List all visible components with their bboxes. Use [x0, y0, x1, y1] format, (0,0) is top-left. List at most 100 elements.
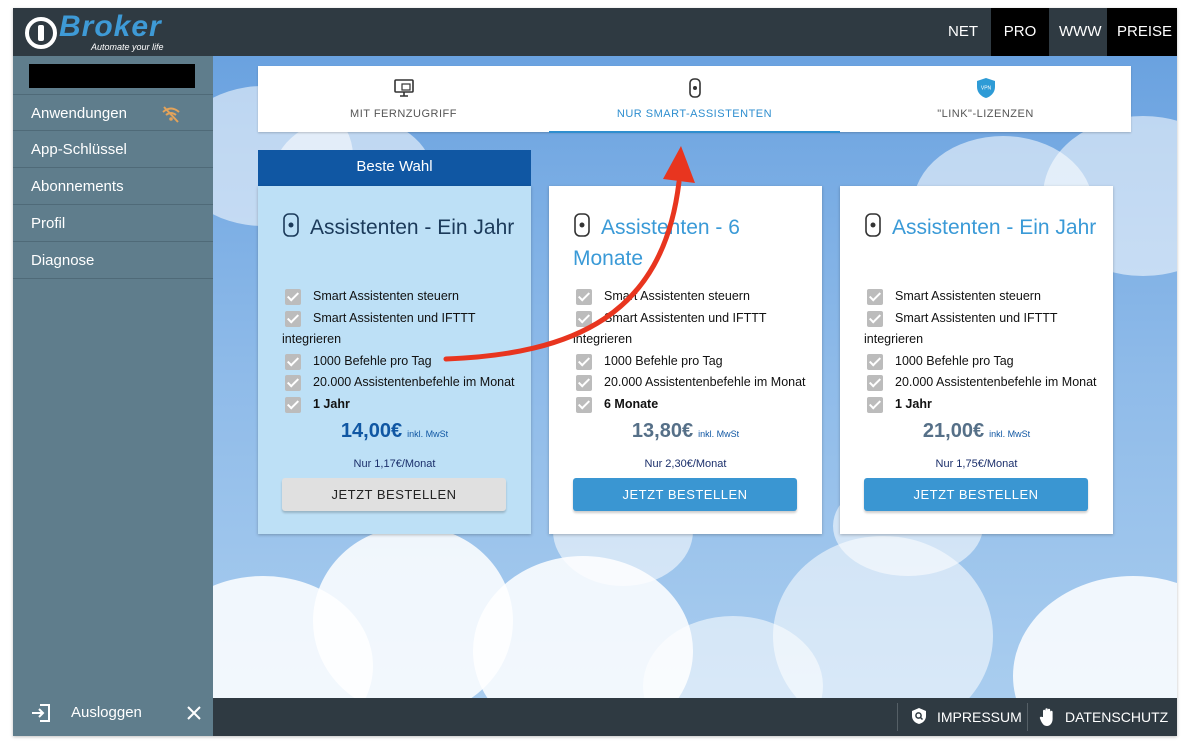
sidebar-bottom: Ausloggen: [13, 692, 213, 736]
redacted-user-field: [29, 64, 195, 88]
shield-search-icon: [912, 708, 926, 724]
price-per-month: Nur 2,30€/Monat: [644, 458, 727, 470]
checkbox-checked-icon: [285, 375, 301, 391]
plan-title-text: Assistenten - Ein Jahr: [892, 216, 1097, 239]
top-bar: Broker Automate your life NET PRO WWW PR…: [13, 8, 1177, 56]
feature-item-continued: integrieren: [864, 332, 924, 346]
feature-item-duration: 1 Jahr: [864, 394, 1103, 416]
feature-item-continued: integrieren: [282, 332, 342, 346]
order-button[interactable]: JETZT BESTELLEN: [282, 478, 506, 511]
feature-item: 1000 Befehle pro Tag: [864, 351, 1103, 373]
tab-label: MIT FERNZUGRIFF: [350, 108, 457, 120]
app-window: Broker Automate your life NET PRO WWW PR…: [13, 8, 1177, 736]
vat-note: inkl. MwSt: [989, 429, 1031, 439]
logout-button[interactable]: Ausloggen: [71, 704, 142, 721]
feature-item: 20.000 Assistentenbefehle im Monat: [573, 372, 812, 394]
plan-title: Assistenten - Ein Jahr: [282, 212, 519, 243]
feature-item-continued: integrieren: [573, 332, 633, 346]
smart-speaker-icon: [865, 213, 881, 237]
feature-item: 20.000 Assistentenbefehle im Monat: [864, 372, 1103, 394]
feature-item: Smart Assistenten und IFTTT: [864, 308, 1103, 330]
tab-link-lizenzen[interactable]: VPN "LINK"-LIZENZEN: [840, 66, 1131, 132]
plan-tabs: MIT FERNZUGRIFF NUR SMART-ASSISTENTEN VP…: [258, 66, 1131, 133]
checkbox-checked-icon: [576, 310, 592, 327]
plan-card-assistenten-6-monate: Assistenten - 6 Monate Smart Assistenten…: [549, 186, 822, 534]
wifi-off-icon: [162, 106, 180, 123]
sidebar: Anwendungen App-Schlüssel Abonnements Pr…: [13, 56, 213, 736]
impressum-link[interactable]: IMPRESSUM: [911, 698, 1022, 736]
vat-note: inkl. MwSt: [698, 429, 740, 439]
hand-stop-icon: [1039, 708, 1053, 726]
sidebar-item-diagnose[interactable]: Diagnose: [13, 242, 213, 279]
sidebar-item-label: Anwendungen: [31, 105, 127, 122]
feature-item: 1000 Befehle pro Tag: [282, 351, 521, 373]
checkbox-checked-icon: [576, 353, 592, 370]
feature-item-duration: 6 Monate: [573, 394, 812, 416]
checkbox-checked-icon: [285, 289, 301, 305]
smart-speaker-icon: [574, 213, 590, 237]
datenschutz-link[interactable]: DATENSCHUTZ: [1039, 698, 1168, 736]
nav-www[interactable]: WWW: [1049, 8, 1107, 56]
tab-mit-fernzugriff[interactable]: MIT FERNZUGRIFF: [258, 66, 549, 132]
feature-list: Smart Assistenten steuern Smart Assisten…: [282, 286, 521, 415]
logout-icon[interactable]: [31, 703, 51, 723]
tab-label: NUR SMART-ASSISTENTEN: [616, 108, 773, 120]
nav-preise[interactable]: PREISE: [1107, 8, 1177, 56]
impressum-label: IMPRESSUM: [937, 709, 1022, 725]
plan-title-text: Assistenten - Ein Jahr: [310, 216, 515, 239]
nav-net[interactable]: NET: [935, 8, 991, 56]
iobroker-logo[interactable]: Broker Automate your life: [23, 10, 193, 54]
logo-icon: [25, 17, 57, 49]
vat-note: inkl. MwSt: [407, 429, 449, 439]
sidebar-item-profil[interactable]: Profil: [13, 205, 213, 242]
smart-speaker-icon: [283, 213, 299, 237]
feature-item-duration: 1 Jahr: [282, 394, 521, 416]
plan-card-assistenten-ein-jahr: Assistenten - Ein Jahr Smart Assistenten…: [840, 186, 1113, 534]
price-row: 14,00€ inkl. MwSt: [258, 420, 531, 443]
price-row: 21,00€ inkl. MwSt: [840, 420, 1113, 443]
feature-item: Smart Assistenten steuern: [864, 286, 1103, 308]
top-nav: NET PRO WWW PREISE: [935, 8, 1177, 56]
order-button[interactable]: JETZT BESTELLEN: [864, 478, 1088, 511]
logo-tagline: Automate your life: [91, 42, 164, 52]
price-row: 13,80€ inkl. MwSt: [549, 420, 822, 443]
price-per-month: Nur 1,75€/Monat: [935, 458, 1018, 470]
sidebar-item-anwendungen[interactable]: Anwendungen: [13, 94, 213, 131]
footer-bar: IMPRESSUM DATENSCHUTZ: [213, 698, 1177, 736]
vpn-shield-icon: VPN: [976, 78, 995, 98]
checkbox-checked-icon: [867, 289, 883, 305]
feature-item: 20.000 Assistentenbefehle im Monat: [282, 372, 521, 394]
plan-title-text: Assistenten - 6 Monate: [573, 216, 740, 270]
plan-card-assistenten-ein-jahr-best: Assistenten - Ein Jahr Smart Assistenten…: [258, 186, 531, 534]
feature-item: Smart Assistenten und IFTTT: [282, 308, 521, 330]
plan-price: 21,00€: [922, 420, 985, 442]
checkbox-checked-icon: [867, 353, 883, 370]
sidebar-item-label: Diagnose: [31, 252, 95, 269]
checkbox-checked-icon: [285, 396, 301, 413]
order-button[interactable]: JETZT BESTELLEN: [573, 478, 797, 511]
checkbox-checked-icon: [285, 353, 301, 370]
close-icon[interactable]: [185, 704, 203, 722]
sidebar-item-abonnements[interactable]: Abonnements: [13, 168, 213, 205]
tab-nur-smart-assistenten[interactable]: NUR SMART-ASSISTENTEN: [549, 66, 840, 133]
price-per-month: Nur 1,17€/Monat: [353, 458, 436, 470]
plan-price: 13,80€: [631, 420, 694, 442]
checkbox-checked-icon: [576, 289, 592, 305]
feature-item: Smart Assistenten steuern: [573, 286, 812, 308]
plan-title: Assistenten - 6 Monate: [573, 212, 810, 274]
svg-text:VPN: VPN: [980, 86, 991, 92]
sidebar-item-app-schluessel[interactable]: App-Schlüssel: [13, 131, 213, 168]
tab-label: "LINK"-LIZENZEN: [937, 108, 1034, 120]
main-content: MIT FERNZUGRIFF NUR SMART-ASSISTENTEN VP…: [213, 56, 1177, 698]
datenschutz-label: DATENSCHUTZ: [1065, 709, 1169, 725]
checkbox-checked-icon: [285, 310, 301, 327]
plan-price: 14,00€: [340, 420, 403, 442]
checkbox-checked-icon: [576, 396, 592, 413]
checkbox-checked-icon: [867, 310, 883, 327]
logo-text: Broker: [59, 10, 162, 43]
checkbox-checked-icon: [867, 375, 883, 391]
feature-item: 1000 Befehle pro Tag: [573, 351, 812, 373]
nav-pro[interactable]: PRO: [991, 8, 1049, 56]
feature-item: Smart Assistenten steuern: [282, 286, 521, 308]
smart-speaker-icon: [688, 78, 701, 98]
